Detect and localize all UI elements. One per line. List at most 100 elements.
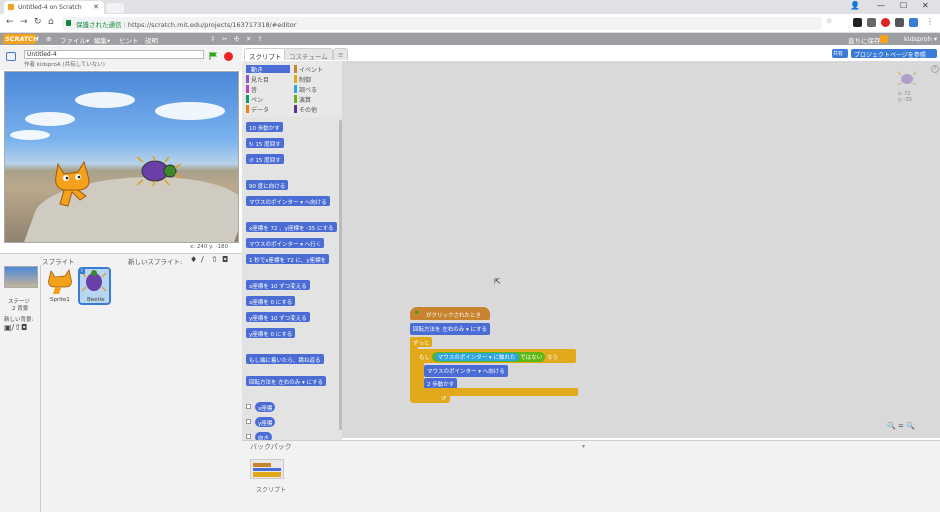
block-rotation-style[interactable]: 回転方法を 左右のみ ▾ にする: [410, 323, 491, 335]
lock-icon: [66, 20, 71, 26]
choose-sprite-icon[interactable]: ♦: [190, 255, 197, 264]
forever-loop-arrow-icon: ↺: [410, 396, 450, 403]
extension-icon[interactable]: [895, 18, 904, 27]
new-tab-button[interactable]: [106, 3, 124, 13]
about-menu[interactable]: 説明: [145, 35, 158, 45]
help-icon[interactable]: ?: [258, 35, 261, 43]
file-menu[interactable]: ファイル▾: [60, 35, 89, 45]
block-point-direction[interactable]: 90 度に向ける: [246, 180, 289, 190]
reporter-x-position[interactable]: x座標: [255, 402, 276, 412]
block-change-y[interactable]: y座標を 10 ずつ変える: [246, 312, 310, 322]
share-button[interactable]: 共有: [832, 49, 848, 58]
help-icon[interactable]: ?: [931, 65, 939, 73]
tab-close-icon[interactable]: ✕: [93, 3, 99, 11]
block-move-steps[interactable]: 10 歩動かす: [246, 122, 283, 132]
scratch-logo[interactable]: SCRATCH: [3, 34, 39, 44]
block-rotation-style[interactable]: 回転方法を 左右のみ ▾ にする: [246, 376, 327, 386]
chrome-menu-icon[interactable]: ⋮: [926, 17, 934, 26]
checkbox-x-position[interactable]: [246, 404, 251, 409]
tab-scripts[interactable]: スクリプト: [244, 48, 287, 61]
sprite-xy-readout: x: 72 y: -35: [898, 91, 913, 103]
category-more[interactable]: その他: [294, 105, 317, 114]
stage-canvas[interactable]: [4, 71, 239, 243]
zoom-controls[interactable]: 🔍 = 🔍: [887, 422, 915, 430]
reporter-y-position[interactable]: y座標: [255, 417, 276, 427]
category-events[interactable]: イベント: [294, 65, 323, 74]
checkbox-y-position[interactable]: [246, 419, 251, 424]
edit-menu[interactable]: 編集▾: [94, 35, 110, 45]
reload-icon[interactable]: ↻: [34, 17, 42, 27]
cloud: [10, 130, 50, 140]
project-title-input[interactable]: Untitled-4: [24, 50, 204, 59]
save-now-link[interactable]: 直ちに保存: [848, 35, 881, 45]
back-arrow-icon[interactable]: ←: [6, 17, 14, 27]
sprite-name: Sprite1: [50, 297, 70, 303]
backpack-title[interactable]: バックパック: [250, 442, 292, 452]
block-change-x[interactable]: x座標を 10 ずつ変える: [246, 280, 310, 290]
minimize-icon[interactable]: —: [877, 1, 885, 10]
hat-block-flag-clicked[interactable]: ⚑ がクリックされたとき: [410, 307, 490, 320]
block-point-towards[interactable]: マウスのポインター ▾ へ向ける: [246, 196, 330, 206]
stage-thumbnail[interactable]: [4, 266, 38, 288]
beetle-sprite[interactable]: [133, 156, 181, 186]
duplicate-icon[interactable]: ⇩: [210, 35, 215, 43]
extension-icon[interactable]: [881, 18, 890, 27]
block-go-to-xy[interactable]: x座標を 72 、y座標を -35 にする: [246, 222, 337, 232]
backpack-script-item[interactable]: [250, 459, 284, 479]
block-set-y[interactable]: y座標を 0 にする: [246, 328, 296, 338]
cloud: [25, 112, 75, 126]
mini-block: [253, 468, 281, 471]
new-backdrop-icons[interactable]: ▣/⇧◘: [4, 323, 27, 332]
stop-icon[interactable]: [224, 52, 233, 61]
category-looks[interactable]: 見た目: [246, 75, 269, 84]
fullscreen-toggle-icon[interactable]: [6, 52, 16, 61]
not-operator[interactable]: マウスのポインター ▾ に触れた ではない: [431, 352, 546, 362]
shrink-icon[interactable]: ✕: [246, 35, 251, 43]
block-set-x[interactable]: x座標を 0 にする: [246, 296, 296, 306]
extension-icon[interactable]: [867, 18, 876, 27]
block-glide[interactable]: 1 秒でx座標を 72 に、y座標を: [246, 254, 330, 264]
user-profile-icon[interactable]: 👤: [850, 1, 860, 10]
upload-sprite-icon[interactable]: ⇧: [211, 255, 218, 264]
block-bounce[interactable]: もし端に着いたら、跳ね返る: [246, 354, 324, 364]
tab-title: Untitled-4 on Scratch: [18, 4, 82, 11]
maximize-icon[interactable]: ☐: [900, 1, 907, 10]
category-sensing[interactable]: 調べる: [294, 85, 317, 94]
backpack-toggle-icon[interactable]: ▾: [582, 443, 585, 450]
tab-costumes[interactable]: コスチューム: [284, 48, 333, 61]
see-project-page-button[interactable]: プロジェクトページを参照: [851, 49, 937, 59]
hint-menu[interactable]: ヒント: [119, 35, 139, 45]
category-operators[interactable]: 演算: [294, 95, 311, 104]
close-window-icon[interactable]: ✕: [922, 1, 929, 10]
home-icon[interactable]: ⌂: [48, 17, 54, 27]
block-turn-right[interactable]: ↻ 15 度回す: [246, 138, 284, 148]
grow-icon[interactable]: ✣: [234, 35, 239, 43]
category-sound[interactable]: 音: [246, 85, 257, 94]
new-backdrop-label: 新しい背景:: [4, 317, 34, 323]
browser-tab[interactable]: Untitled-4 on Scratch ✕: [4, 1, 104, 14]
category-motion[interactable]: 動き: [246, 65, 290, 74]
checkbox-direction[interactable]: [246, 434, 251, 439]
sprite-info-icon[interactable]: i: [79, 268, 85, 274]
omnibox[interactable]: 保護された通信 | https://scratch.mit.edu/projec…: [62, 17, 822, 30]
forward-arrow-icon[interactable]: →: [20, 17, 28, 27]
extension-icon[interactable]: [909, 18, 918, 27]
cat-sprite[interactable]: [50, 160, 95, 210]
block-point-towards[interactable]: マウスのポインター ▾ へ向ける: [424, 365, 508, 377]
camera-sprite-icon[interactable]: ◘: [222, 255, 228, 264]
paint-sprite-icon[interactable]: /: [201, 255, 204, 264]
if-block[interactable]: もし マウスのポインター ▾ に触れた ではない なら: [416, 349, 576, 363]
block-go-to[interactable]: マウスのポインター ▾ へ行く: [246, 238, 325, 248]
tab-sounds[interactable]: ≡: [333, 48, 349, 60]
delete-icon[interactable]: ✂: [222, 35, 227, 43]
category-pen[interactable]: ペン: [246, 95, 263, 104]
extension-icon[interactable]: [853, 18, 862, 27]
block-turn-left[interactable]: ↺ 15 度回す: [246, 154, 284, 164]
category-control[interactable]: 制御: [294, 75, 311, 84]
category-data[interactable]: データ: [246, 105, 269, 114]
user-menu[interactable]: kidsproh ▾: [904, 35, 937, 43]
globe-icon[interactable]: ⊕: [46, 35, 51, 43]
green-flag-icon[interactable]: [209, 52, 217, 60]
touching-sensor[interactable]: マウスのポインター ▾ に触れた: [434, 353, 519, 361]
bookmark-star-icon[interactable]: ☆: [826, 17, 832, 25]
